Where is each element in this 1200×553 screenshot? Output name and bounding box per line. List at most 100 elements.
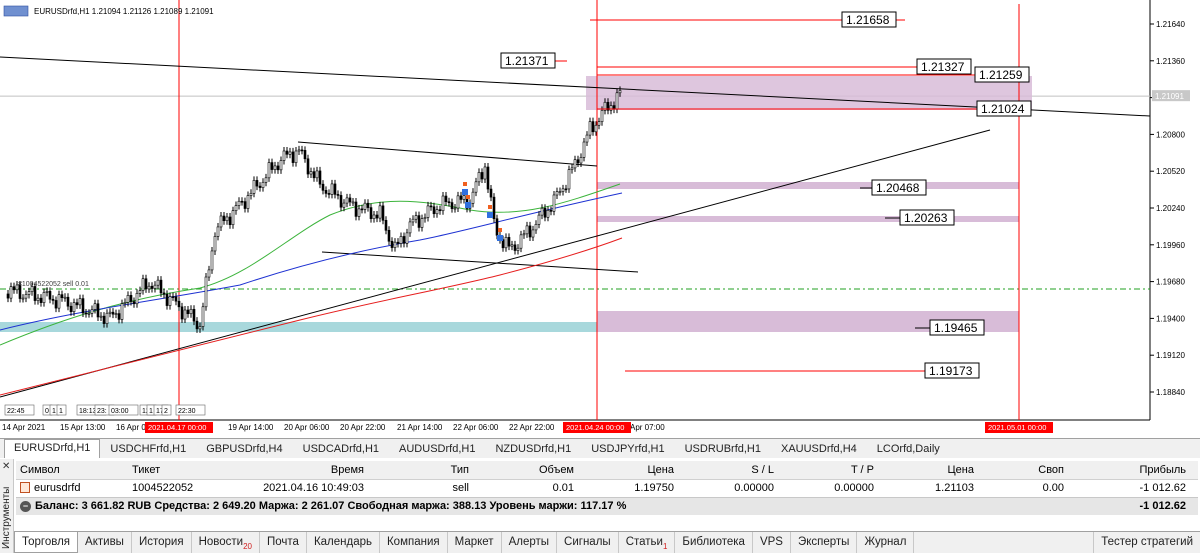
chart-tab-lco[interactable]: LCOrfd,Daily: [867, 440, 950, 458]
price-tick-label: 1.20520: [1156, 167, 1185, 176]
col-ticket[interactable]: Тикет: [128, 461, 228, 480]
time-label: 20 Apr 06:00: [284, 423, 330, 432]
chart-tab-eurusd[interactable]: EURUSDrfd,H1: [4, 439, 101, 458]
col-price[interactable]: Цена: [578, 461, 678, 480]
chart-tab-usdrub[interactable]: USDRUBrfd,H1: [675, 440, 771, 458]
candle-body: [339, 195, 343, 208]
col-profit[interactable]: Прибыль: [1068, 461, 1198, 480]
candle-body: [177, 300, 181, 308]
candle-body: [261, 181, 265, 188]
col-volume[interactable]: Объем: [473, 461, 578, 480]
tab-1[interactable]: Активы: [78, 532, 132, 553]
chart-tab-audusd[interactable]: AUDUSDrfd,H1: [389, 440, 485, 458]
candle-body: [342, 202, 346, 208]
candle-body: [111, 311, 115, 315]
time-label: 20 Apr 22:00: [340, 423, 386, 432]
table-row[interactable]: eurusdrfd 1004522052 2021.04.16 10:49:03…: [16, 479, 1198, 497]
price-tick-label: 1.19680: [1156, 278, 1185, 287]
mini-time-label: 22:30: [178, 408, 196, 415]
candle-body: [270, 162, 274, 170]
candle-body: [216, 226, 220, 237]
col-type[interactable]: Тип: [368, 461, 473, 480]
candle-body: [402, 236, 406, 244]
candle-body: [609, 105, 613, 111]
tab-13[interactable]: Эксперты: [791, 532, 858, 553]
trade-profit: -1 012.62: [1068, 479, 1198, 497]
trade-tp[interactable]: 0.00000: [778, 479, 878, 497]
candle-body: [267, 162, 271, 179]
candle-body: [585, 134, 589, 143]
chart-tab-usdjpy[interactable]: USDJPYrfd,H1: [581, 440, 674, 458]
tab-11[interactable]: Библиотека: [675, 532, 753, 553]
col-symbol[interactable]: Символ: [16, 461, 128, 480]
col-time[interactable]: Время: [228, 461, 368, 480]
trade-sl[interactable]: 0.00000: [678, 479, 778, 497]
candle-body: [171, 296, 175, 298]
minus-circle-icon[interactable]: −: [20, 500, 31, 512]
candle-body: [576, 159, 580, 164]
cyan-zone: [0, 322, 597, 332]
candle-body: [252, 180, 256, 194]
toolbox-side-label: Инструменты: [1, 486, 12, 549]
candle-body: [474, 181, 478, 193]
balance-summary: Баланс: 3 661.82 RUB Средства: 2 649.20 …: [35, 500, 627, 513]
col-tp[interactable]: T / P: [778, 461, 878, 480]
candle-body: [195, 320, 199, 330]
tab-0[interactable]: Торговля: [14, 532, 79, 553]
candle-body: [192, 308, 196, 322]
tab-6[interactable]: Компания: [380, 532, 448, 553]
tab-7[interactable]: Маркет: [448, 532, 502, 553]
strategy-tester-button[interactable]: Тестер стратегий: [1093, 532, 1200, 553]
candle-body: [21, 297, 25, 300]
time-label: Apr 07:00: [630, 423, 665, 432]
candle-body: [39, 297, 43, 303]
price-chart[interactable]: 1.216401.213601.210801.208001.205201.202…: [0, 0, 1200, 436]
candle-body: [297, 149, 301, 152]
candle-body: [132, 301, 136, 305]
candle-body: [231, 210, 235, 226]
candle-body: [489, 188, 493, 198]
tab-14[interactable]: Журнал: [857, 532, 915, 553]
candle-body: [486, 166, 490, 190]
tab-2[interactable]: История: [132, 532, 192, 553]
col-sl[interactable]: S / L: [678, 461, 778, 480]
chart-tab-xauusd[interactable]: XAUUSDrfd,H4: [771, 440, 867, 458]
chart-tab-usdcad[interactable]: USDCADrfd,H1: [293, 440, 389, 458]
candle-body: [234, 205, 238, 212]
chart-canvas[interactable]: 1.216401.213601.210801.208001.205201.202…: [0, 0, 1200, 436]
chart-tab-nzdusd[interactable]: NZDUSDrfd,H1: [485, 440, 581, 458]
trade-symbol: eurusdrfd: [34, 482, 81, 494]
tab-5[interactable]: Календарь: [307, 532, 380, 553]
chart-tab-usdchf[interactable]: USDCHFrfd,H1: [100, 440, 196, 458]
candle-body: [537, 214, 541, 225]
candle-body: [555, 191, 559, 196]
candle-body: [66, 296, 70, 307]
col-current-price[interactable]: Цена: [878, 461, 978, 480]
tab-9[interactable]: Сигналы: [557, 532, 619, 553]
tab-4[interactable]: Почта: [260, 532, 307, 553]
candle-body: [87, 312, 91, 315]
candle-body: [159, 279, 163, 294]
candle-body: [153, 284, 157, 289]
zone-120468: [597, 182, 1019, 189]
chart-tabs-bar: EURUSDrfd,H1 USDCHFrfd,H1 GBPUSDrfd,H4 U…: [0, 438, 1200, 458]
candle-body: [249, 192, 253, 196]
level-label: 1.19173: [929, 364, 973, 378]
candle-body: [597, 121, 601, 126]
close-icon[interactable]: ✕: [2, 461, 10, 472]
mini-time-label: 1: [149, 408, 153, 415]
chart-tab-gbpusd[interactable]: GBPUSDrfd,H4: [196, 440, 292, 458]
candle-body: [561, 188, 565, 192]
col-swap[interactable]: Своп: [978, 461, 1068, 480]
tab-3[interactable]: Новости20: [192, 532, 260, 553]
candle-body: [51, 298, 55, 301]
tab-10[interactable]: Статьи1: [619, 532, 676, 553]
candle-body: [549, 210, 553, 212]
mini-time-label: 22:45: [7, 408, 25, 415]
tab-8[interactable]: Алерты: [502, 532, 558, 553]
candle-body: [447, 201, 451, 204]
candle-body: [186, 309, 190, 315]
candle-body: [6, 293, 10, 299]
candle-body: [504, 237, 508, 249]
tab-12[interactable]: VPS: [753, 532, 791, 553]
